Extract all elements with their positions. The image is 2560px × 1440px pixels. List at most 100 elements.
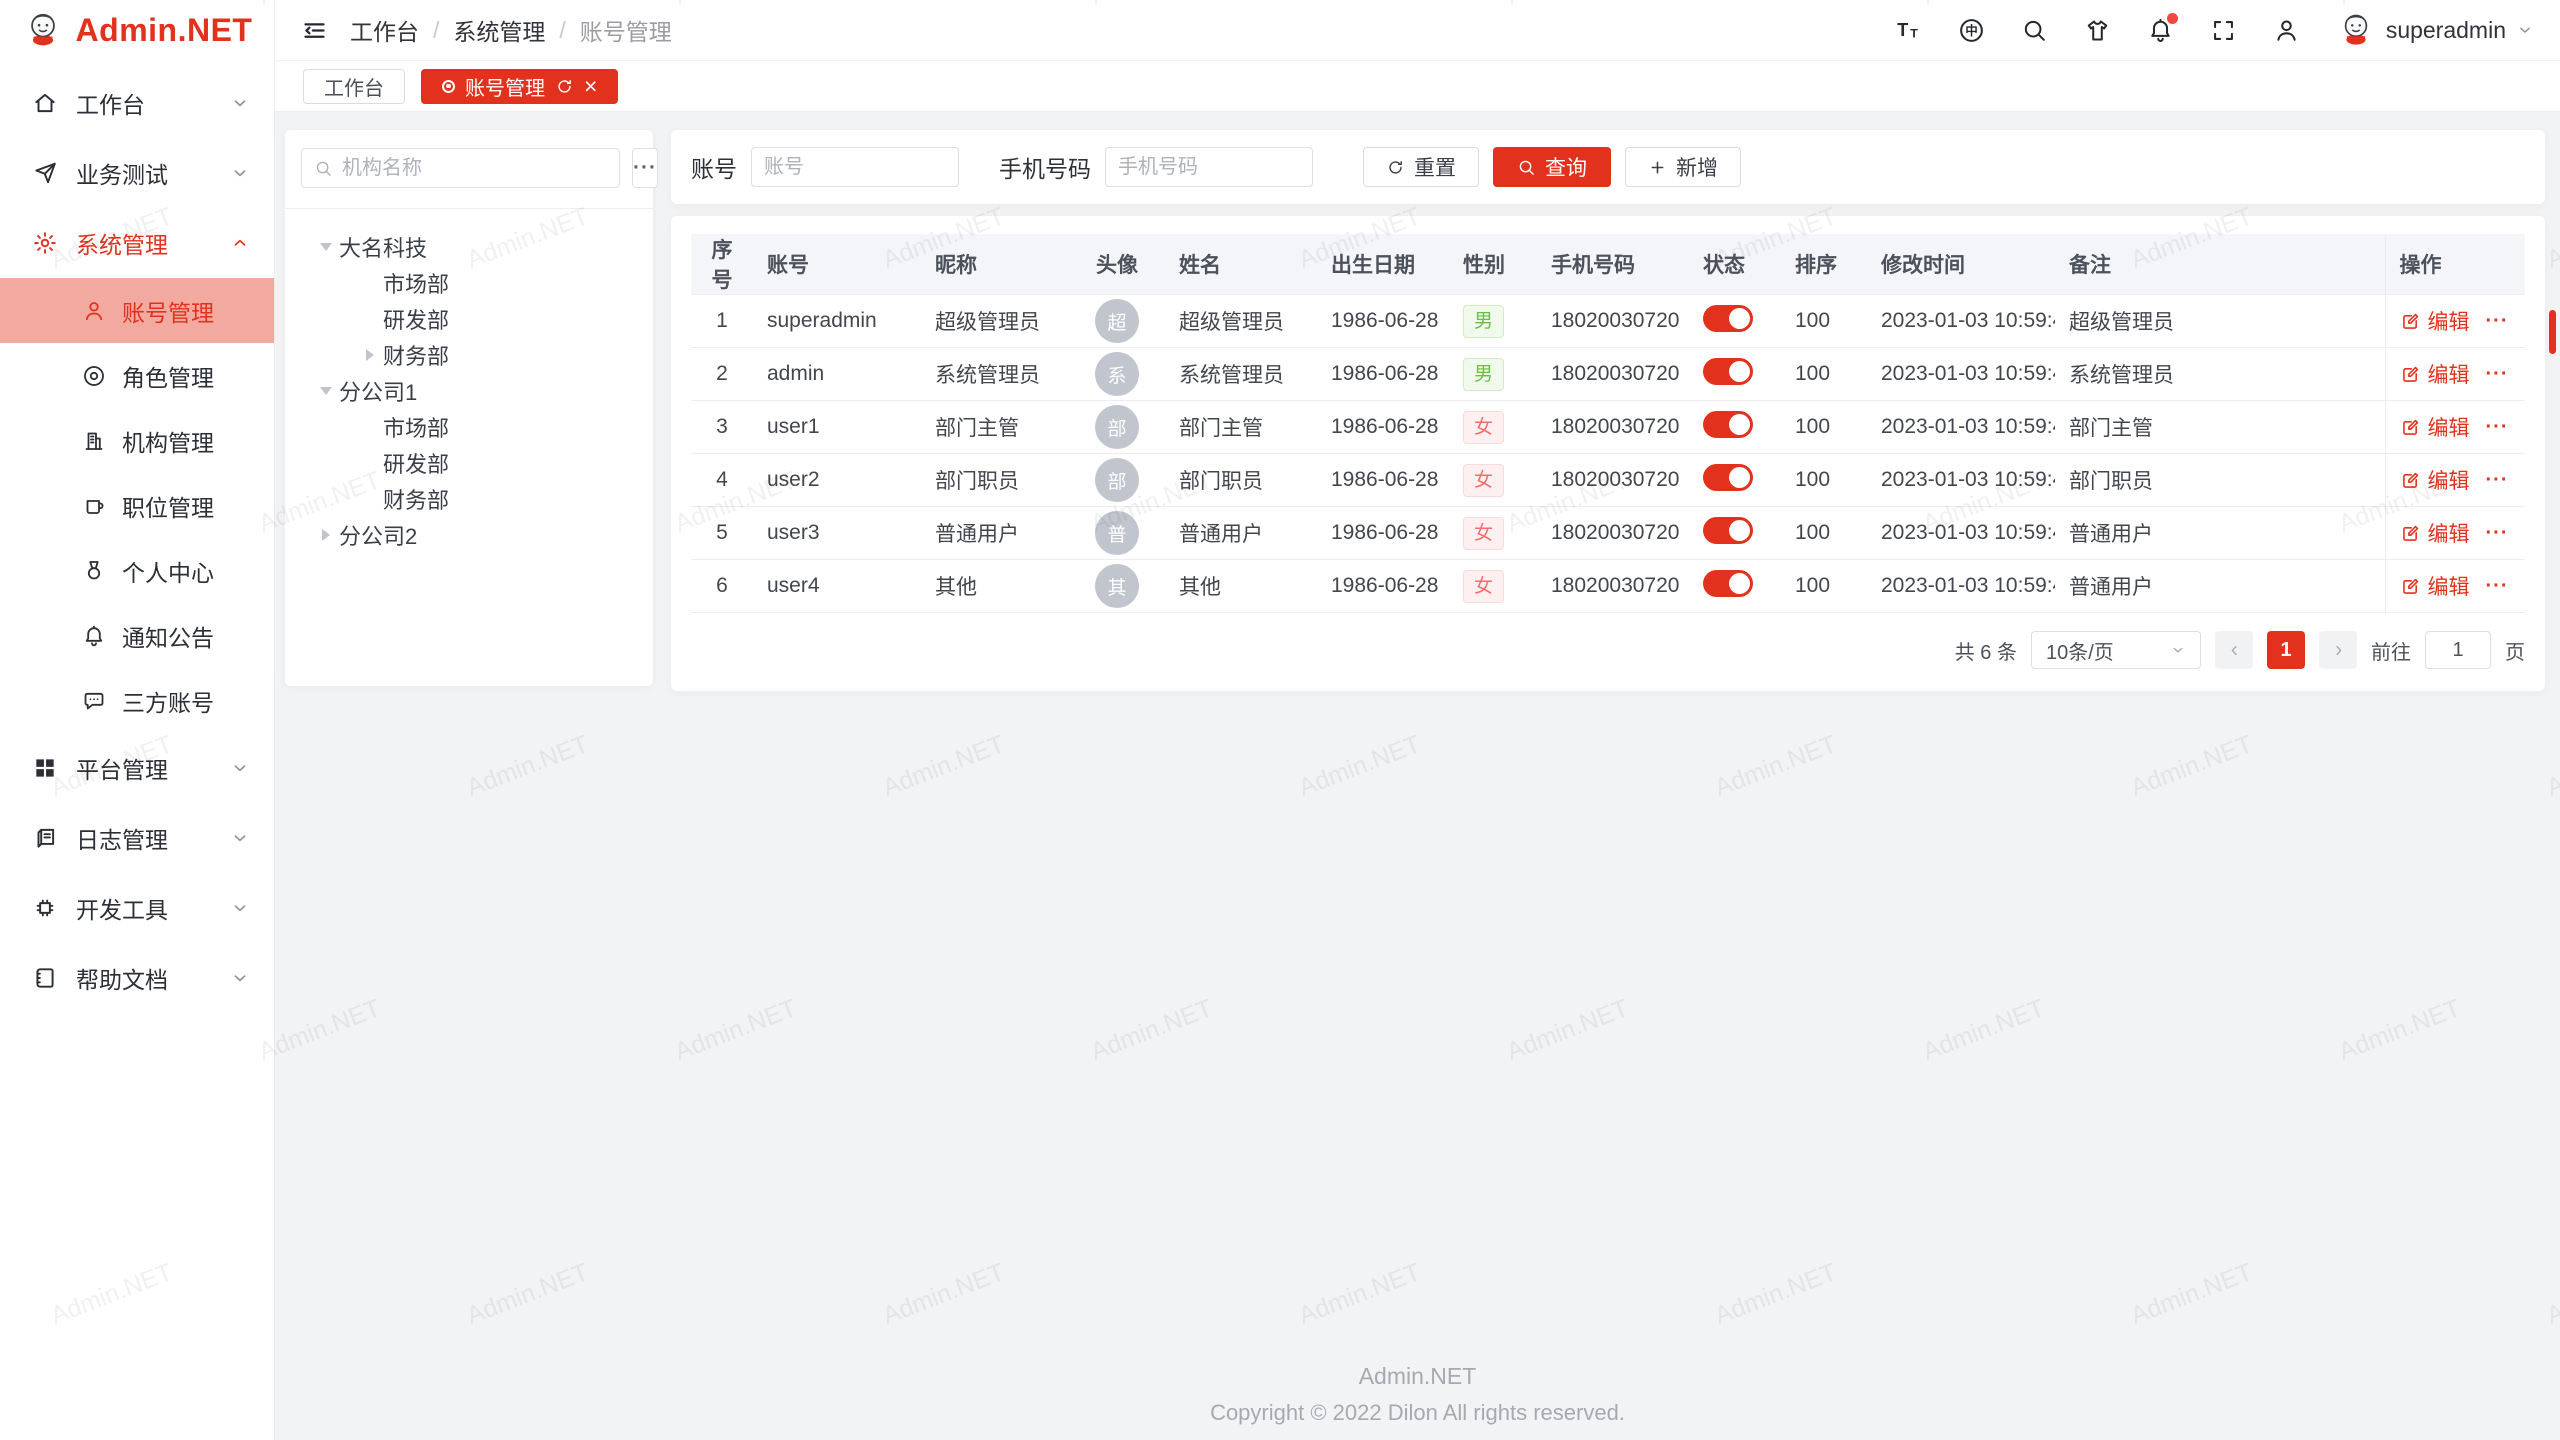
status-toggle[interactable] xyxy=(1703,358,1753,385)
tab-workbench[interactable]: 工作台 xyxy=(303,69,405,104)
tree-node[interactable]: 分公司2 xyxy=(301,517,637,553)
plus-icon xyxy=(1648,158,1667,177)
edit-button[interactable]: 编辑 xyxy=(2400,518,2470,548)
cell-modified-time: 2023-01-03 10:59:44 xyxy=(1867,507,2055,560)
avatar: 部 xyxy=(1095,458,1139,502)
person-icon[interactable] xyxy=(2273,17,2300,44)
tree-node[interactable]: 财务部 xyxy=(301,337,637,373)
topbar: 工作台 / 系统管理 / 账号管理 TT 中 superadmin xyxy=(275,0,2560,60)
sidebar-item-third-account[interactable]: 三方账号 xyxy=(0,668,274,733)
notification-bell-icon[interactable] xyxy=(2147,17,2174,44)
scrollbar-thumb[interactable] xyxy=(2549,310,2556,354)
chevron-down-icon xyxy=(2170,642,2186,658)
phone-label: 手机号码 xyxy=(999,150,1091,184)
avatar: 部 xyxy=(1095,405,1139,449)
row-more-button[interactable]: ··· xyxy=(2486,522,2509,545)
sidebar-item-system-mgmt[interactable]: 系统管理 xyxy=(0,208,274,278)
status-toggle[interactable] xyxy=(1703,411,1753,438)
sidebar-item-post-mgmt[interactable]: 职位管理 xyxy=(0,473,274,538)
phone-field xyxy=(1105,147,1313,187)
tree-node[interactable]: 分公司1 xyxy=(301,373,637,409)
edit-button[interactable]: 编辑 xyxy=(2400,306,2470,336)
language-icon[interactable]: 中 xyxy=(1958,17,1985,44)
caret-placeholder xyxy=(357,486,383,512)
font-size-icon[interactable]: TT xyxy=(1895,17,1922,44)
edit-button[interactable]: 编辑 xyxy=(2400,571,2470,601)
collapse-menu-icon[interactable] xyxy=(301,17,328,44)
row-more-button[interactable]: ··· xyxy=(2486,469,2509,492)
tab-account-mgmt[interactable]: 账号管理 × xyxy=(421,69,618,104)
bell-icon xyxy=(82,624,106,648)
pagination-total: 共 6 条 xyxy=(1955,636,2017,665)
query-button[interactable]: 查询 xyxy=(1493,147,1611,187)
tree-node[interactable]: 市场部 xyxy=(301,409,637,445)
tree-node[interactable]: 研发部 xyxy=(301,445,637,481)
row-more-button[interactable]: ··· xyxy=(2486,310,2509,333)
sidebar-item-help-docs[interactable]: 帮助文档 xyxy=(0,943,274,1013)
status-toggle[interactable] xyxy=(1703,305,1753,332)
column-header: 修改时间 xyxy=(1867,234,2055,295)
user-menu[interactable]: superadmin xyxy=(2336,10,2534,50)
sidebar-item-platform-mgmt[interactable]: 平台管理 xyxy=(0,733,274,803)
column-header: 姓名 xyxy=(1165,234,1317,295)
logo-icon xyxy=(22,9,64,51)
breadcrumb-item[interactable]: 系统管理 xyxy=(453,13,545,47)
org-search-input[interactable] xyxy=(342,157,607,180)
fullscreen-icon[interactable] xyxy=(2210,17,2237,44)
edit-icon xyxy=(2400,470,2421,491)
column-header: 手机号码 xyxy=(1537,234,1689,295)
org-panel-toolbar: ··· xyxy=(301,148,637,188)
edit-button[interactable]: 编辑 xyxy=(2400,412,2470,442)
tree-node[interactable]: 研发部 xyxy=(301,301,637,337)
tree-node[interactable]: 财务部 xyxy=(301,481,637,517)
search-icon[interactable] xyxy=(2021,17,2048,44)
row-more-button[interactable]: ··· xyxy=(2486,575,2509,598)
logo[interactable]: Admin.NET xyxy=(0,0,274,60)
column-header: 序号 xyxy=(691,234,753,295)
sidebar-item-dev-tools[interactable]: 开发工具 xyxy=(0,873,274,943)
add-button[interactable]: 新增 xyxy=(1625,147,1741,187)
svg-text:中: 中 xyxy=(1965,23,1977,38)
sidebar-item-notice[interactable]: 通知公告 xyxy=(0,603,274,668)
status-toggle[interactable] xyxy=(1703,464,1753,491)
cell-name: 其他 xyxy=(1165,560,1317,613)
sidebar-item-account-mgmt[interactable]: 账号管理 xyxy=(0,278,274,343)
account-input[interactable] xyxy=(764,156,946,179)
breadcrumb-item[interactable]: 工作台 xyxy=(350,13,419,47)
sidebar-item-org-mgmt[interactable]: 机构管理 xyxy=(0,408,274,473)
sidebar-item-business-test[interactable]: 业务测试 xyxy=(0,138,274,208)
sidebar-item-profile-center[interactable]: 个人中心 xyxy=(0,538,274,603)
row-more-button[interactable]: ··· xyxy=(2486,363,2509,386)
cell-nickname: 其他 xyxy=(921,560,1069,613)
sidebar-item-log-mgmt[interactable]: 日志管理 xyxy=(0,803,274,873)
theme-icon[interactable] xyxy=(2084,17,2111,44)
reset-button[interactable]: 重置 xyxy=(1363,147,1479,187)
status-toggle[interactable] xyxy=(1703,570,1753,597)
caret-down-icon[interactable] xyxy=(313,234,339,260)
prev-page-button[interactable] xyxy=(2215,631,2253,669)
phone-input[interactable] xyxy=(1118,156,1300,179)
footer: Admin.NET Copyright © 2022 Dilon All rig… xyxy=(275,1363,2560,1426)
gender-badge: 女 xyxy=(1463,517,1504,550)
goto-page-input[interactable] xyxy=(2425,631,2491,669)
search-icon xyxy=(1517,158,1536,177)
page-size-select[interactable]: 10条/页 xyxy=(2031,631,2201,669)
refresh-icon[interactable] xyxy=(555,77,574,96)
edit-button[interactable]: 编辑 xyxy=(2400,465,2470,495)
sidebar-item-workbench[interactable]: 工作台 xyxy=(0,68,274,138)
caret-right-icon[interactable] xyxy=(313,522,339,548)
gender-badge: 男 xyxy=(1463,305,1504,338)
sidebar-item-role-mgmt[interactable]: 角色管理 xyxy=(0,343,274,408)
column-header: 出生日期 xyxy=(1317,234,1449,295)
current-page[interactable]: 1 xyxy=(2267,631,2305,669)
row-more-button[interactable]: ··· xyxy=(2486,416,2509,439)
org-more-button[interactable]: ··· xyxy=(632,148,658,188)
close-icon[interactable]: × xyxy=(584,75,597,98)
caret-down-icon[interactable] xyxy=(313,378,339,404)
next-page-button[interactable] xyxy=(2319,631,2357,669)
tree-node[interactable]: 大名科技 xyxy=(301,229,637,265)
status-toggle[interactable] xyxy=(1703,517,1753,544)
edit-button[interactable]: 编辑 xyxy=(2400,359,2470,389)
caret-right-icon[interactable] xyxy=(357,342,383,368)
tree-node[interactable]: 市场部 xyxy=(301,265,637,301)
